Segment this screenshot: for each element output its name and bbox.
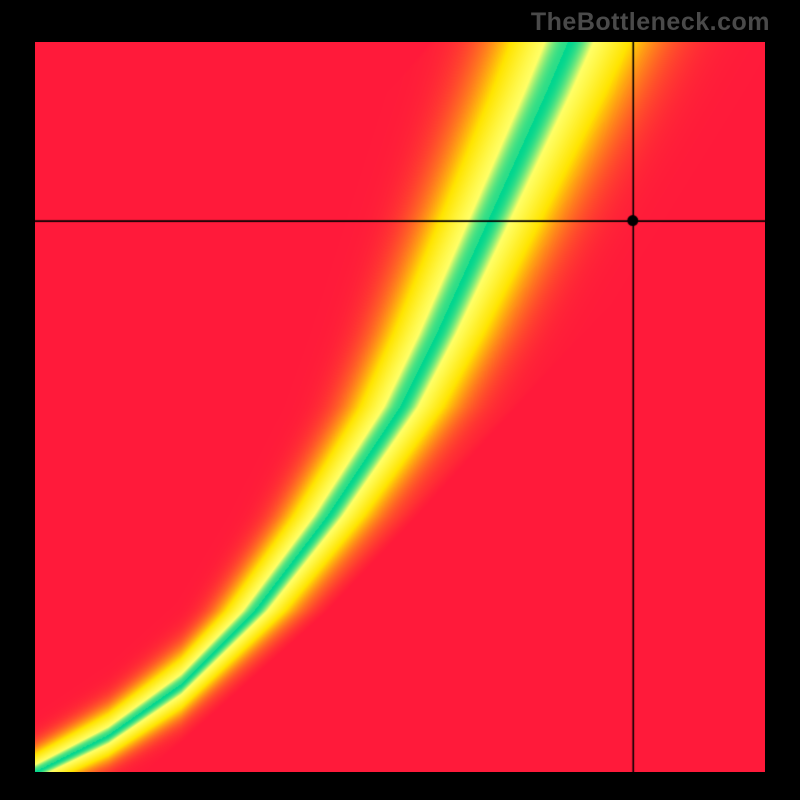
watermark-text: TheBottleneck.com bbox=[531, 8, 770, 37]
chart-frame: TheBottleneck.com bbox=[0, 0, 800, 800]
bottleneck-heatmap bbox=[35, 42, 765, 772]
